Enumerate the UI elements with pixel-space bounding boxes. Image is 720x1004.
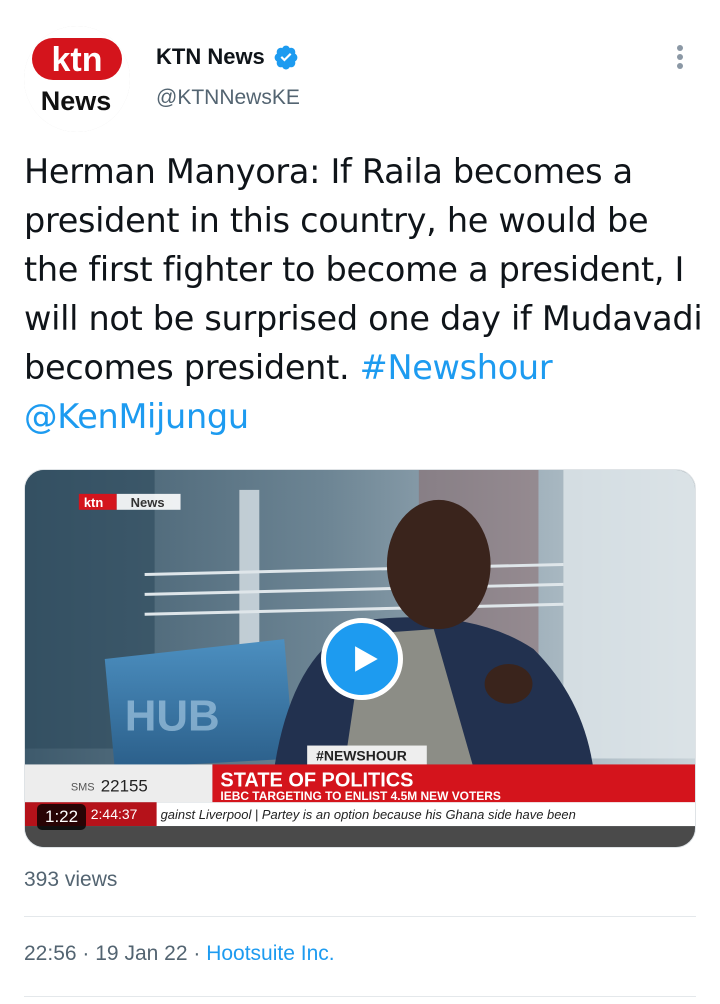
channel-bug-bottom: News [131,495,165,510]
avatar-logo-bottom: News [41,86,112,116]
tweet-source[interactable]: Hootsuite Inc. [206,942,334,965]
backdrop-text: HUB [125,692,220,741]
verified-badge-icon [274,45,298,70]
meta-separator: · [82,942,90,965]
avatar-logo-top: ktn [52,41,103,79]
account-name-row[interactable]: KTN News [156,44,299,70]
account-handle[interactable]: @KTNNewsKE [156,86,300,110]
sms-number: 22155 [101,776,148,795]
hashtag-link[interactable]: #Newshour [360,348,553,387]
play-button[interactable] [321,618,403,700]
meta-separator: · [193,942,201,965]
more-dot [677,45,683,51]
video-player[interactable]: HUB ktn News #NEWSHOUR SMS 22155 STATE O… [24,469,696,848]
divider [24,916,696,917]
tweet-text: Herman Manyora: If Raila becomes a presi… [24,147,704,441]
tweet-date[interactable]: 19 Jan 22 [95,942,187,965]
tweet-meta: 22:56 · 19 Jan 22 · Hootsuite Inc. [24,942,335,966]
video-duration: 1:22 [37,804,87,830]
subheadline: IEBC TARGETING TO ENLIST 4.5M NEW VOTERS [220,789,500,803]
divider [24,996,696,997]
ktn-news-logo: ktn News [24,26,130,132]
guest-head [386,499,491,630]
more-dot [677,63,683,69]
channel-bug-top: ktn [84,495,104,510]
tweet-time[interactable]: 22:56 [24,942,77,965]
mention-link[interactable]: @KenMijungu [24,397,249,436]
play-icon [355,646,378,672]
program-tag: #NEWSHOUR [316,747,407,763]
view-count[interactable]: 393 views [24,868,117,892]
sms-label: SMS [71,781,95,793]
account-avatar[interactable]: ktn News [24,26,130,132]
ticker-clock: 2:44:37 [91,806,138,822]
more-options-icon[interactable] [668,40,692,74]
display-name[interactable]: KTN News [156,44,265,70]
news-ticker: gainst Liverpool | Partey is an option b… [161,807,576,822]
headline: STATE OF POLITICS [220,769,413,791]
more-dot [677,54,683,60]
